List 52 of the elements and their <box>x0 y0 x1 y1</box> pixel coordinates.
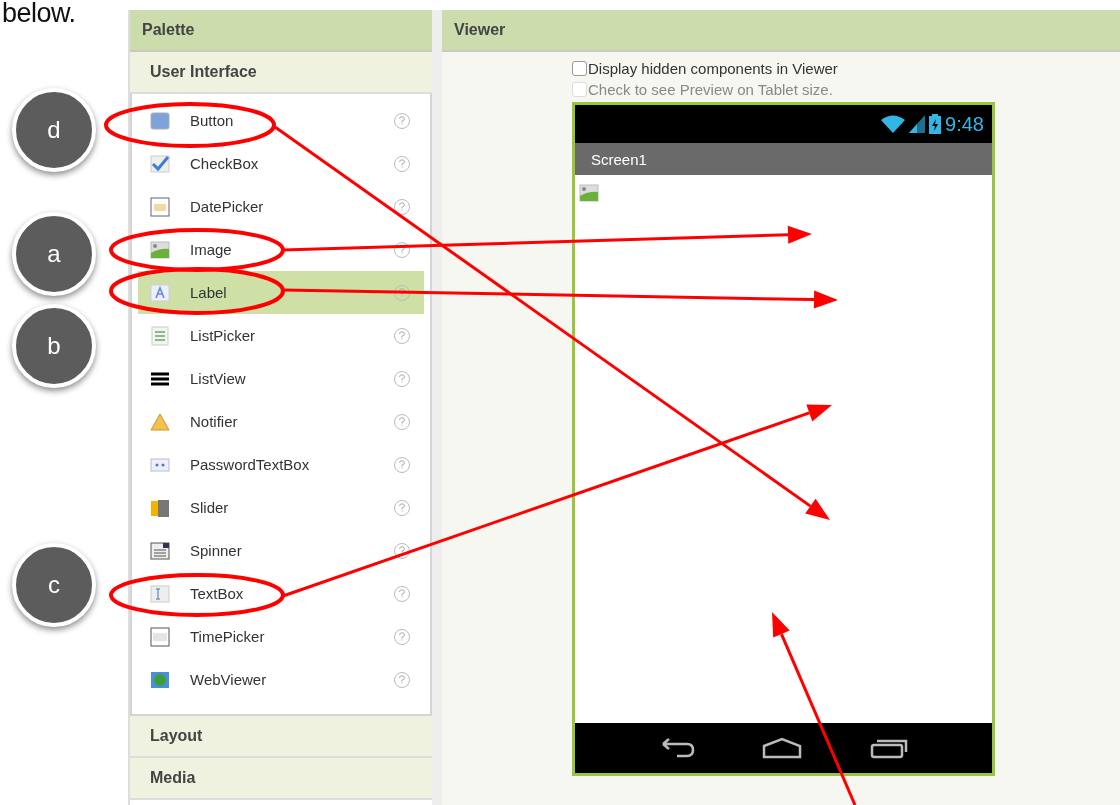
item-label: Image <box>190 241 233 258</box>
item-label: PasswordTextBox <box>190 456 311 473</box>
item-label: Spinner <box>190 542 243 559</box>
section-header[interactable]: Media <box>130 758 432 800</box>
status-time: 9:48 <box>945 112 984 136</box>
spinner-icon <box>150 540 170 561</box>
globe-icon <box>150 669 170 690</box>
palette-item[interactable]: Notifier <box>138 400 424 443</box>
image-icon <box>579 183 599 203</box>
item-label: TextBox <box>190 585 245 602</box>
text-cursor-icon <box>150 583 170 604</box>
item-label: DatePicker <box>190 198 265 215</box>
battery-icon <box>929 114 942 134</box>
section-header[interactable]: Layout <box>130 716 432 758</box>
checkbox-icon <box>150 153 170 174</box>
palette-item[interactable]: ListView <box>138 357 424 400</box>
palette-item[interactable]: PasswordTextBox <box>138 443 424 486</box>
screen-title: Screen1 <box>575 143 992 175</box>
item-label: Button <box>190 112 235 129</box>
item-label: Slider <box>190 499 230 516</box>
item-label: Notifier <box>190 413 239 430</box>
palette-item[interactable]: Image <box>138 228 424 271</box>
wifi-icon <box>881 115 906 133</box>
image-icon <box>150 239 170 260</box>
item-label: WebViewer <box>190 671 268 688</box>
palette-item[interactable]: ListPicker <box>138 314 424 357</box>
slider-icon <box>150 497 170 518</box>
viewer-header: Viewer <box>442 10 1120 52</box>
palette-item[interactable]: WebViewer <box>138 658 424 701</box>
warning-icon <box>150 411 170 432</box>
item-label: ListPicker <box>190 327 257 344</box>
palette-item[interactable]: TextBox <box>138 572 424 615</box>
signal-icon <box>909 115 926 133</box>
section-header[interactable]: User Interface <box>130 52 432 94</box>
item-label: CheckBox <box>190 155 260 172</box>
palette-item[interactable]: TimePicker <box>138 615 424 658</box>
home-icon[interactable] <box>762 737 803 759</box>
palette-item[interactable]: CheckBox <box>138 142 424 185</box>
palette-item[interactable]: Slider <box>138 486 424 529</box>
item-label: Label <box>190 284 228 301</box>
palette-header: Palette <box>130 10 432 52</box>
palette-item[interactable]: DatePicker <box>138 185 424 228</box>
option-checkbox[interactable]: Display hidden components in Viewer <box>572 58 1120 79</box>
item-label: TimePicker <box>190 628 266 645</box>
item-label: ListView <box>190 370 247 387</box>
palette-item[interactable]: Button <box>138 99 424 142</box>
palette-item[interactable]: Spinner <box>138 529 424 572</box>
letter-icon <box>150 282 170 303</box>
button-icon <box>150 110 170 131</box>
recent-apps-icon[interactable] <box>870 737 909 759</box>
caption-text: below. <box>1 0 76 29</box>
list-icon <box>150 325 170 346</box>
